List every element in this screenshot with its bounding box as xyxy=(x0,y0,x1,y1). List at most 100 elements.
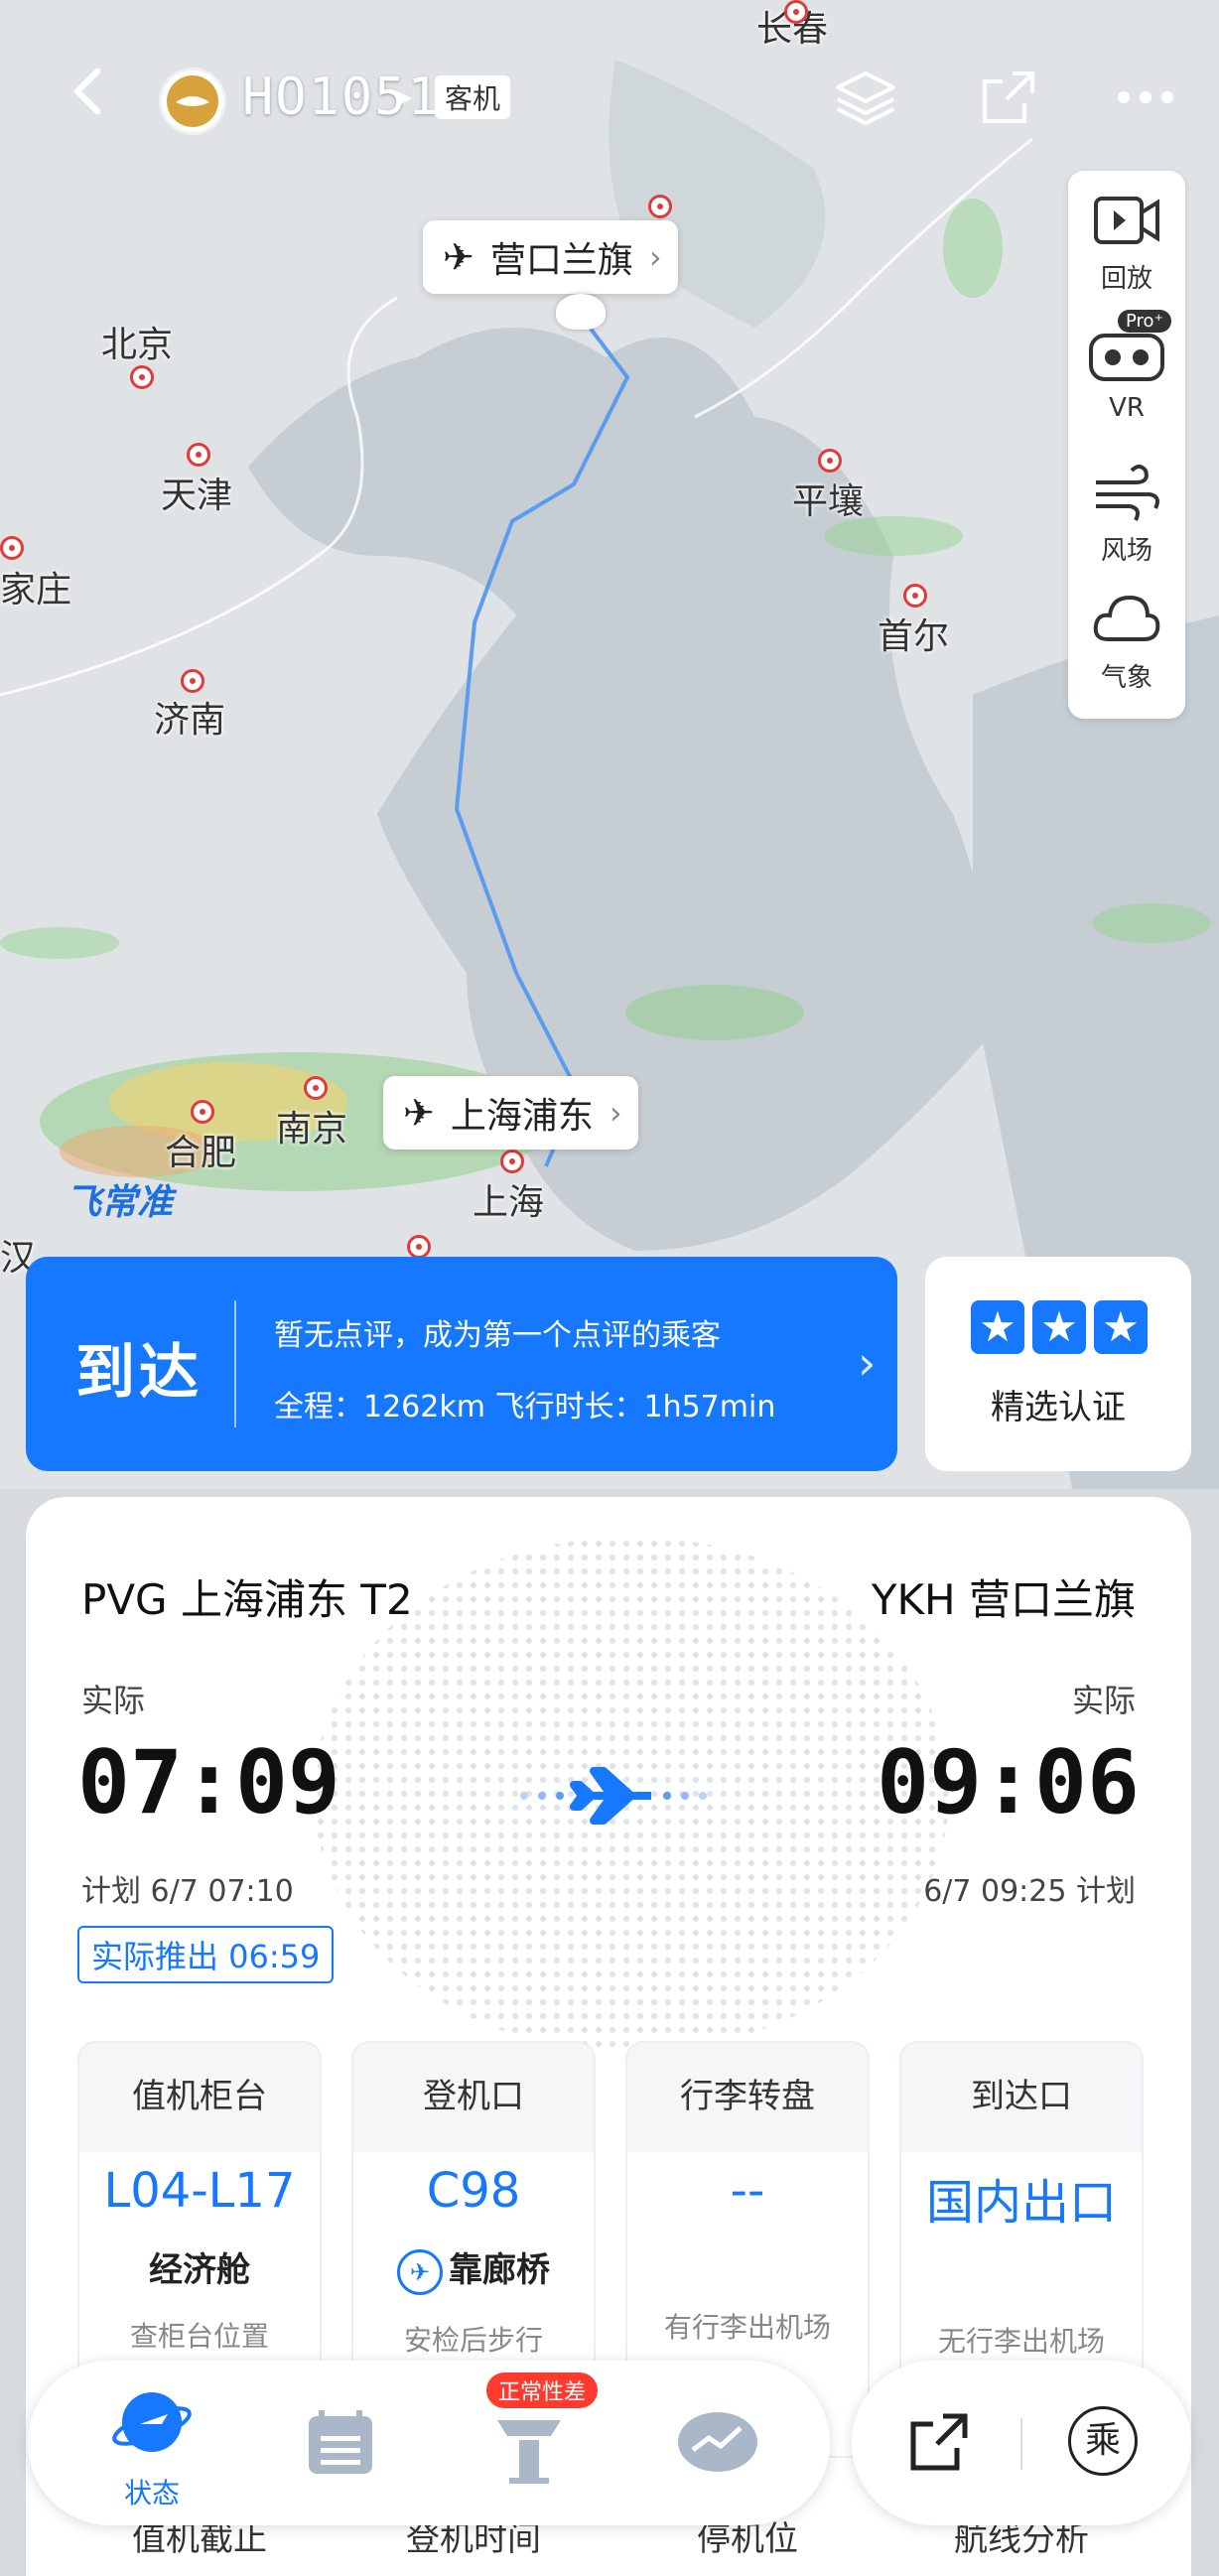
replay-button[interactable]: 回放 xyxy=(1068,185,1185,295)
landing-icon: ✈ xyxy=(443,235,474,279)
city-marker xyxy=(0,536,24,560)
wind-label: 风场 xyxy=(1100,536,1152,566)
arrival-time: 09:06 xyxy=(877,1731,1140,1833)
on-time-badge: 正常性差 xyxy=(486,2373,599,2408)
star-icon: ★ xyxy=(1094,1300,1148,1354)
box-title: 值机柜台 xyxy=(132,2077,267,2116)
star-rating: ★ ★ ★ xyxy=(971,1300,1148,1354)
nav-status[interactable]: 状态 xyxy=(77,2361,226,2525)
city-marker xyxy=(818,449,842,473)
box-title: 登机口 xyxy=(423,2077,524,2116)
chevron-right-icon: › xyxy=(648,238,662,276)
city-marker xyxy=(187,443,210,467)
replay-icon xyxy=(1094,197,1159,244)
ride-button[interactable]: 乘 xyxy=(1068,2406,1138,2476)
star-icon: ★ xyxy=(1032,1300,1086,1354)
box-sub: 经济舱 xyxy=(149,2250,250,2290)
city-label: 合肥 xyxy=(165,1133,237,1173)
box-sub xyxy=(627,2242,868,2282)
analysis-chart-icon xyxy=(678,2412,757,2472)
wind-button[interactable]: 风场 xyxy=(1068,457,1185,567)
box-footnote: 有行李出机场 xyxy=(663,2311,831,2344)
weather-label: 气象 xyxy=(1100,663,1152,693)
certification-label: 精选认证 xyxy=(991,1388,1126,1427)
arrival-scheduled: 6/7 09:25 计划 xyxy=(923,1874,1136,1909)
back-icon[interactable] xyxy=(60,62,119,121)
city-label: 天津 xyxy=(161,475,233,516)
departure-scheduled: 计划 6/7 07:10 xyxy=(81,1874,294,1909)
city-label: 济南 xyxy=(154,700,226,741)
airline-logo xyxy=(159,68,226,135)
origin-label: 上海浦东 xyxy=(450,1096,594,1137)
bottom-nav: 状态 xyxy=(28,2361,830,2525)
city-label: 南京 xyxy=(276,1109,348,1150)
nav-status-label: 状态 xyxy=(123,2477,180,2509)
caret-right-icon: ▸ xyxy=(397,79,413,114)
box-value: L04-L17 xyxy=(103,2163,296,2219)
divider xyxy=(234,1300,236,1427)
box-footnote: 安检后步行 xyxy=(403,2323,543,2357)
city-label: 上海 xyxy=(473,1182,545,1223)
aircraft-marker[interactable] xyxy=(556,294,606,330)
city-marker xyxy=(130,365,154,389)
departure-airport[interactable]: PVG 上海浦东 T2 xyxy=(81,1566,413,1627)
city-marker xyxy=(407,1235,431,1259)
city-label: 首尔 xyxy=(878,616,950,657)
city-marker xyxy=(648,195,672,218)
city-marker xyxy=(304,1076,328,1100)
box-value: -- xyxy=(730,2163,765,2219)
city-marker xyxy=(784,0,808,24)
city-marker xyxy=(191,1100,214,1124)
weather-button[interactable]: 气象 xyxy=(1068,584,1185,694)
calendar-list-icon xyxy=(309,2410,372,2474)
status-plane-icon xyxy=(112,2392,192,2452)
flight-status: 到达 xyxy=(75,1338,203,1408)
aircraft-type-badge: 客机 xyxy=(435,75,511,119)
certification-card[interactable]: ★ ★ ★ 精选认证 xyxy=(925,1257,1191,1471)
city-label: 平壤 xyxy=(792,481,865,522)
origin-airport-pill[interactable]: ✈ 上海浦东 › xyxy=(383,1076,638,1150)
city-label: 家庄 xyxy=(0,570,72,610)
box-title: 行李转盘 xyxy=(680,2077,815,2116)
map-tools-panel: 回放 Pro⁺ VR 风场 气象 xyxy=(1068,171,1185,719)
city-label: 北京 xyxy=(101,325,174,365)
star-icon: ★ xyxy=(971,1300,1024,1354)
box-value: C98 xyxy=(426,2163,521,2219)
flight-direction-icon xyxy=(502,1751,721,1840)
takeoff-icon: ✈ xyxy=(403,1091,435,1135)
replay-label: 回放 xyxy=(1100,264,1152,294)
box-footnote: 无行李出机场 xyxy=(937,2325,1105,2358)
nav-schedule[interactable] xyxy=(266,2361,415,2525)
vr-label: VR xyxy=(1109,393,1145,423)
arrival-actual-label: 实际 xyxy=(1071,1682,1136,1719)
nav-analysis[interactable] xyxy=(643,2361,792,2525)
box-sub xyxy=(901,2256,1142,2296)
chevron-right-icon: › xyxy=(858,1336,877,1390)
arrival-airport[interactable]: YKH 营口兰旗 xyxy=(872,1566,1136,1627)
tower-icon xyxy=(497,2420,561,2484)
destination-airport-pill[interactable]: ✈ 营口兰旗 › xyxy=(423,220,678,294)
box-value: 国内出口 xyxy=(925,2175,1117,2231)
city-marker xyxy=(181,669,204,693)
chevron-right-icon: › xyxy=(609,1094,622,1132)
action-bar: 乘 xyxy=(852,2361,1191,2525)
jet-bridge-icon: ✈ xyxy=(397,2248,443,2295)
box-footnote: 查柜台位置 xyxy=(129,2320,269,2353)
more-icon[interactable] xyxy=(1110,62,1181,133)
cloud-icon xyxy=(1093,595,1160,641)
box-title: 到达口 xyxy=(971,2077,1072,2116)
top-bar: HO1051 ▸ 客机 xyxy=(0,40,1219,159)
layers-icon[interactable] xyxy=(830,62,901,133)
city-marker xyxy=(903,584,927,608)
pushback-time-badge: 实际推出 06:59 xyxy=(77,1926,335,1983)
wind-icon xyxy=(1096,465,1159,521)
city-marker xyxy=(500,1150,524,1173)
map-watermark: 飞常准 xyxy=(66,1182,174,1223)
departure-time: 07:09 xyxy=(77,1731,340,1833)
share-icon[interactable] xyxy=(903,2406,975,2478)
vr-button[interactable]: Pro⁺ VR xyxy=(1068,310,1185,423)
departure-actual-label: 实际 xyxy=(81,1682,146,1719)
review-prompt: 暂无点评，成为第一个点评的乘客 xyxy=(274,1318,721,1353)
share-icon[interactable] xyxy=(973,62,1044,133)
flight-status-card[interactable]: 到达 暂无点评，成为第一个点评的乘客 全程：1262km 飞行时长：1h57mi… xyxy=(26,1257,897,1471)
